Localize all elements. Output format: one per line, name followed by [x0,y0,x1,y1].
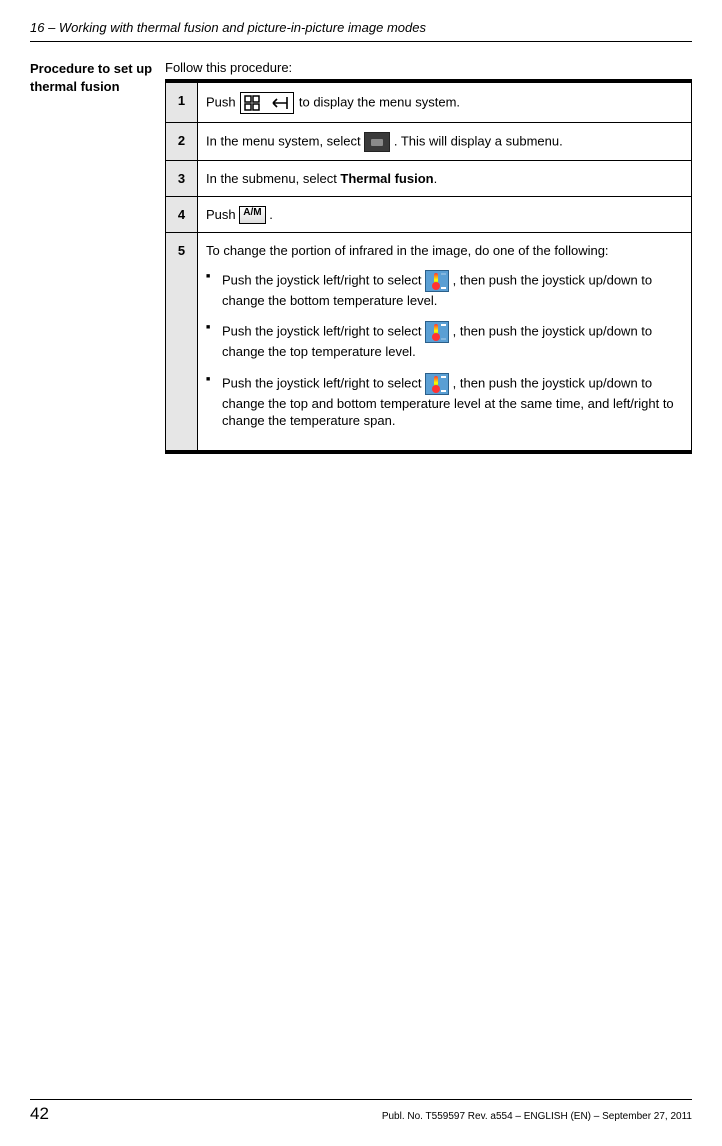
sidebar-heading: Procedure to set up thermal fusion [30,60,155,454]
list-item: Push the joystick left/right to select ,… [206,373,683,430]
bullet-text: Push the joystick left/right to select [222,324,425,339]
step-cell: In the menu system, select . This will d… [198,123,692,161]
step-cell: In the submenu, select Thermal fusion. [198,161,692,197]
step-cell: Push A/M . [198,196,692,233]
list-item: Push the joystick left/right to select ,… [206,270,683,310]
step-number: 1 [166,83,198,123]
page-header: 16 – Working with thermal fusion and pic… [30,20,692,42]
publication-info: Publ. No. T559597 Rev. a554 – ENGLISH (E… [382,1111,692,1122]
step-text: Push [206,207,239,222]
step-number: 3 [166,161,198,197]
table-row: 4 Push A/M . [166,196,692,233]
content: Procedure to set up thermal fusion Follo… [30,60,692,454]
thermometer-bottom-icon [425,270,449,292]
thermometer-top-icon [425,321,449,343]
step-text: Push [206,94,239,109]
page-number: 42 [30,1104,49,1124]
step-lead-text: To change the portion of infrared in the… [206,242,683,260]
procedure-table: 1 Push to display the menu system. [165,82,692,451]
bullet-text: Push the joystick left/right to select [222,272,425,287]
thermal-fusion-label: Thermal fusion [340,171,433,186]
step-text: In the submenu, select [206,171,340,186]
step-number: 5 [166,233,198,451]
step-text: . [269,207,273,222]
menu-button-icon [240,92,294,114]
list-item: Push the joystick left/right to select ,… [206,321,683,361]
step-number: 2 [166,123,198,161]
thermometer-both-icon [425,373,449,395]
table-row: 2 In the menu system, select . This will… [166,123,692,161]
bullet-text: Push the joystick left/right to select [222,375,425,390]
table-row: 1 Push to display the menu system. [166,83,692,123]
step-text: to display the menu system. [299,94,460,109]
step-number: 4 [166,196,198,233]
table-bottom-rule [165,451,692,454]
step-text: In the menu system, select [206,133,364,148]
table-row: 5 To change the portion of infrared in t… [166,233,692,451]
step-text: . [434,171,438,186]
bullet-list: Push the joystick left/right to select ,… [206,270,683,430]
am-button-icon: A/M [239,206,265,224]
table-row: 3 In the submenu, select Thermal fusion. [166,161,692,197]
camera-mode-icon [364,132,390,152]
page-footer: 42 Publ. No. T559597 Rev. a554 – ENGLISH… [30,1099,692,1124]
step-text: . This will display a submenu. [394,133,563,148]
main-column: Follow this procedure: 1 Push [165,60,692,454]
step-cell: To change the portion of infrared in the… [198,233,692,451]
intro-text: Follow this procedure: [165,60,692,75]
step-cell: Push to display the menu system. [198,83,692,123]
